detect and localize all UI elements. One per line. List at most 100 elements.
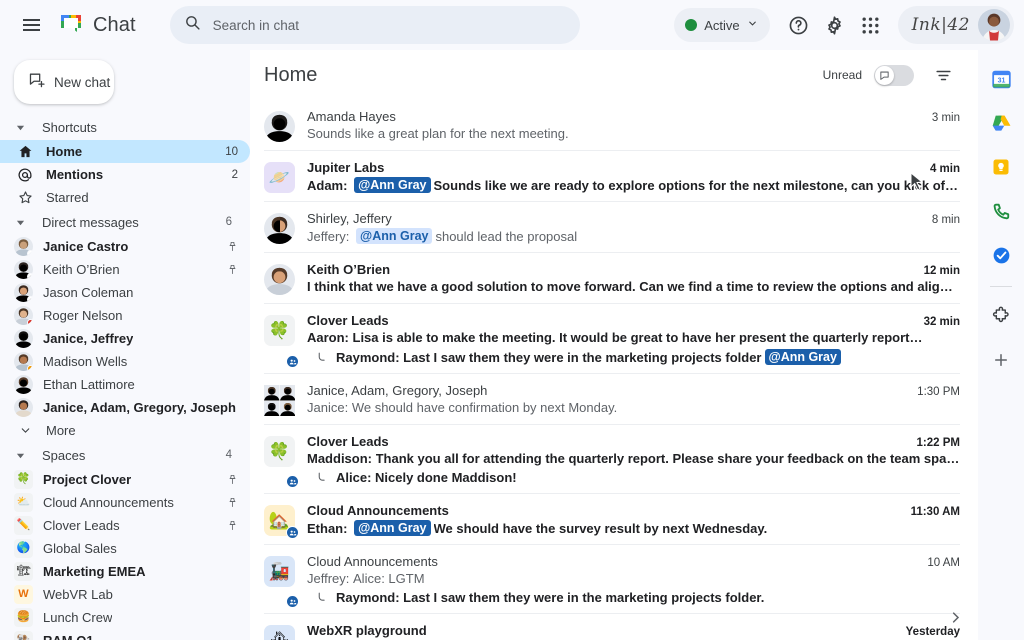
sidebar-item-more[interactable]: More (0, 419, 250, 442)
conversation-row[interactable]: 🏡Cloud Announcements11:30 AMEthan: @Ann … (264, 494, 960, 545)
unread-toggle[interactable] (874, 65, 914, 86)
snippet-sender: Adam: (307, 178, 351, 193)
sidebar-item-global-sales[interactable]: 🌎Global Sales (0, 537, 250, 560)
conversation-avatar: 🍀 (264, 436, 295, 485)
status-button[interactable]: Active (674, 8, 769, 42)
top-bar-actions: Active (674, 6, 1014, 44)
conversation-row[interactable]: 🍀 Clover Leads1:22 PM Maddison: Thank you … (264, 425, 960, 494)
filter-icon[interactable] (926, 58, 960, 92)
conversation-snippet: Janice: We should have confirmation by n… (307, 400, 960, 415)
conversation-row[interactable]: Amanda Hayes3 minSounds like a great pla… (264, 100, 960, 151)
sidebar-item-starred[interactable]: Starred (0, 186, 250, 209)
keep-icon[interactable] (986, 152, 1016, 182)
expand-panel-button[interactable] (940, 602, 970, 632)
chat-logo-icon (58, 12, 84, 38)
conversation-list[interactable]: Amanda Hayes3 minSounds like a great pla… (250, 100, 978, 640)
sidebar-item-mentions[interactable]: Mentions2 (0, 163, 250, 186)
drive-icon[interactable] (986, 108, 1016, 138)
sidebar-item-label: Janice, Jeffrey (43, 331, 133, 346)
conversation-row[interactable]: Shirley, Jeffery8 minJeffery: @Ann Grays… (264, 202, 960, 253)
snippet-sender: Maddison: (307, 451, 376, 466)
app-body: New chat ShortcutsHome10Mentions2 Starred… (0, 50, 1024, 640)
space-icon: 🍔 (14, 608, 33, 627)
help-circle-icon[interactable] (782, 8, 816, 42)
conversation-header: Cloud Announcements11:30 AM (307, 503, 960, 518)
search-placeholder: Search in chat (213, 18, 299, 33)
conversation-row[interactable]: 🍀Clover Leads32 minAaron: Lisa is able t… (264, 304, 960, 374)
sidebar-item-project-clover[interactable]: 🍀Project Clover (0, 468, 250, 491)
sidebar-item-label: Starred (46, 190, 89, 205)
sidebar-item-label: Janice, Adam, Gregory, Joseph (43, 400, 236, 415)
sidebar-item-jason-coleman[interactable]: Jason Coleman (0, 281, 250, 304)
apps-grid-icon[interactable] (854, 8, 888, 42)
conversation-row[interactable]: Janice, Adam, Gregory, Joseph1:30 PMJani… (264, 374, 960, 425)
presence-dot (27, 365, 33, 371)
sidebar-item-keith-o-brien[interactable]: Keith O’Brien (0, 258, 250, 281)
conversation-row[interactable]: 🏘WebXR playgroundYesterdayKaila: Check o… (264, 614, 960, 640)
conversation-name: Clover Leads (307, 434, 389, 449)
thread-arrow-icon (313, 471, 331, 484)
mention-chip[interactable]: @Ann Gray (356, 228, 432, 244)
sidebar-item-cloud-announcements[interactable]: ⛅Cloud Announcements (0, 491, 250, 514)
rail-divider (990, 286, 1012, 287)
hamburger-icon[interactable] (14, 8, 48, 42)
avatar (14, 352, 33, 371)
plus-icon[interactable] (986, 345, 1016, 375)
mention-chip[interactable]: @Ann Gray (354, 177, 430, 193)
gear-icon[interactable] (818, 8, 852, 42)
sidebar-item-webvr-lab[interactable]: WWebVR Lab (0, 583, 250, 606)
sidebar-item-janice-adam-gregory-joseph[interactable]: Janice, Adam, Gregory, Joseph (0, 396, 250, 419)
conversation-snippet: Ethan: @Ann GrayWe should have the surve… (307, 520, 960, 536)
sidebar-item-home[interactable]: Home10 (0, 140, 250, 163)
brand: Chat (58, 12, 136, 38)
new-chat-button[interactable]: New chat (14, 60, 114, 104)
conversation-body: Clover Leads32 minAaron: Lisa is able to… (307, 313, 960, 365)
sidebar-item-ethan-lattimore[interactable]: Ethan Lattimore (0, 373, 250, 396)
voice-icon[interactable] (986, 196, 1016, 226)
sidebar-section-direct-messages[interactable]: Direct messages6 (0, 209, 250, 235)
sidebar-item-roger-nelson[interactable]: Roger Nelson (0, 304, 250, 327)
conversation-row[interactable]: 🚂Cloud Announcements10 AMJeffrey: Alice:… (264, 545, 960, 614)
page-title: Home (264, 64, 317, 87)
conversation-header: Clover Leads1:22 PM (307, 434, 960, 449)
presence-dot (27, 250, 33, 256)
sidebar-item-lunch-crew[interactable]: 🍔Lunch Crew (0, 606, 250, 629)
thread-reply[interactable]: Alice: Nicely done Maddison! (307, 470, 960, 485)
sidebar-item-marketing-emea[interactable]: 🏗Marketing EMEA (0, 560, 250, 583)
puzzle-icon[interactable] (986, 301, 1016, 331)
conversation-row[interactable]: Keith O’Brien12 minI think that we have … (264, 253, 960, 304)
space-icon: 🍀 (14, 470, 33, 489)
calendar-icon[interactable]: 31 (986, 64, 1016, 94)
avatar (14, 329, 33, 348)
sidebar-section-spaces[interactable]: Spaces4 (0, 442, 250, 468)
sidebar-item-madison-wells[interactable]: Madison Wells (0, 350, 250, 373)
conversation-row[interactable]: 🪐Jupiter Labs4 minAdam: @Ann GraySounds … (264, 151, 960, 202)
status-dot (685, 19, 697, 31)
avatar[interactable] (978, 9, 1010, 41)
snippet-sender: Alice: (336, 470, 375, 485)
conversation-header: WebXR playgroundYesterday (307, 623, 960, 638)
snippet-text: Thank you all for attending the quarterl… (376, 451, 960, 466)
thread-reply[interactable]: Raymond: Last I saw them they were in th… (307, 590, 960, 605)
sidebar-item-clover-leads[interactable]: ✏️Clover Leads (0, 514, 250, 537)
sidebar-item-label: Global Sales (43, 541, 117, 556)
conversation-snippet: Sounds like a great plan for the next me… (307, 126, 960, 141)
conversation-body: Janice, Adam, Gregory, Joseph1:30 PMJani… (307, 383, 960, 416)
conversation-avatar: 🚂 (264, 556, 295, 605)
sidebar-section-shortcuts[interactable]: Shortcuts (0, 114, 250, 140)
chevron-down-icon (14, 424, 36, 437)
account-button[interactable]: Ink|42 (898, 6, 1014, 44)
search-input[interactable]: Search in chat (170, 6, 580, 44)
thread-arrow-icon (313, 591, 331, 604)
mention-chip[interactable]: @Ann Gray (765, 349, 841, 365)
sidebar-item-janice-jeffrey[interactable]: Janice, Jeffrey (0, 327, 250, 350)
avatar (14, 237, 33, 256)
group-badge-icon (286, 595, 299, 608)
mention-chip[interactable]: @Ann Gray (354, 520, 430, 536)
tasks-icon[interactable] (986, 240, 1016, 270)
sidebar-item-ram-q1[interactable]: 🐏RAM Q1 (0, 629, 250, 640)
sidebar-item-janice-castro[interactable]: Janice Castro (0, 235, 250, 258)
thread-reply[interactable]: Raymond: Last I saw them they were in th… (307, 349, 960, 365)
conversation-avatar (264, 385, 295, 416)
sidebar-item-label: Home (46, 144, 82, 159)
